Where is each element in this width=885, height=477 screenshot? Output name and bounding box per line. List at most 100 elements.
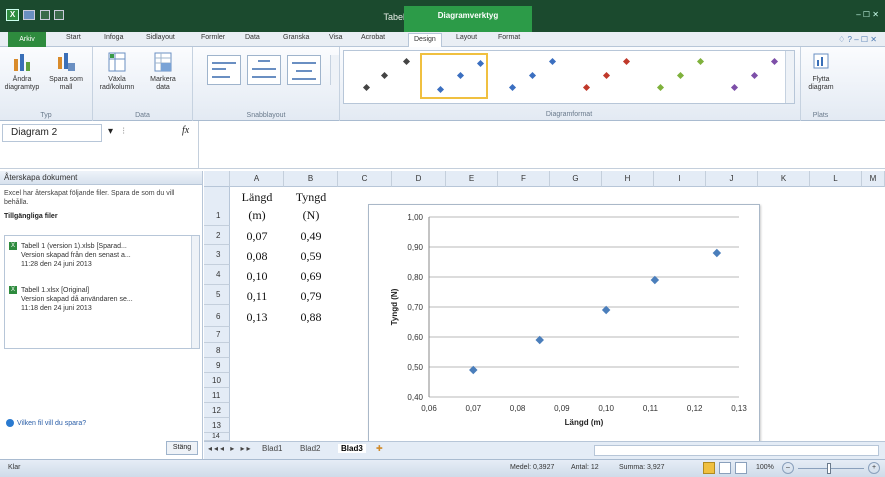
normal-view-icon[interactable]: [703, 462, 715, 474]
row-header-10[interactable]: 10: [204, 373, 230, 388]
excel-file-icon: X: [9, 286, 17, 294]
cell-a2[interactable]: 0,07: [230, 229, 284, 244]
column-header-e[interactable]: E: [446, 171, 498, 187]
cell-b6[interactable]: 0,88: [284, 310, 338, 325]
column-header-k[interactable]: K: [758, 171, 810, 187]
chart-style-3[interactable]: [494, 53, 562, 99]
column-header-l[interactable]: L: [810, 171, 862, 187]
column-header-b[interactable]: B: [284, 171, 338, 187]
which-file-link[interactable]: Vilken fil vill du spara?: [6, 419, 86, 427]
sheet-tab-blad2[interactable]: Blad2: [300, 444, 320, 453]
chart-style-4[interactable]: [568, 53, 636, 99]
move-chart-button[interactable]: Flytta diagram: [801, 51, 841, 92]
tab-layout[interactable]: Layout: [456, 34, 477, 41]
page-break-view-icon[interactable]: [735, 462, 747, 474]
column-header-f[interactable]: F: [498, 171, 550, 187]
sheet-nav-arrows-icon[interactable]: ◂◂◂ ▸ ▸▸: [208, 444, 253, 453]
embedded-scatter-chart[interactable]: 0,40 0,50 0,60 0,70 0,80 0,90 1,00 0,06 0,07 0,08…: [368, 204, 760, 442]
tab-arkiv[interactable]: Arkiv: [8, 32, 46, 47]
zoom-slider-handle[interactable]: [827, 463, 831, 474]
cell-b1-line2[interactable]: (N): [284, 208, 338, 223]
tab-infoga[interactable]: Infoga: [104, 34, 123, 41]
quick-layout-2[interactable]: [247, 55, 281, 85]
zoom-level[interactable]: 100%: [756, 464, 774, 471]
cell-a1-line2[interactable]: (m): [230, 208, 284, 223]
select-data-button[interactable]: Markera data: [143, 51, 183, 92]
formula-input[interactable]: [198, 121, 878, 169]
page-layout-view-icon[interactable]: [719, 462, 731, 474]
row-header-14[interactable]: 14: [204, 433, 230, 441]
column-header-a[interactable]: A: [230, 171, 284, 187]
cell-b5[interactable]: 0,79: [284, 289, 338, 304]
change-chart-type-button[interactable]: Ändra diagramtyp: [2, 51, 42, 92]
tab-format[interactable]: Format: [498, 34, 520, 41]
cell-a6[interactable]: 0,13: [230, 310, 284, 325]
chart-style-2[interactable]: [420, 53, 488, 99]
row-header-5[interactable]: 5: [204, 285, 230, 305]
help-icon[interactable]: ♢ ? – ☐ ✕: [838, 35, 877, 44]
y-tick-label: 0,40: [407, 393, 423, 402]
cell-a4[interactable]: 0,10: [230, 269, 284, 284]
row-header-2[interactable]: 2: [204, 226, 230, 245]
group-place: Flytta diagram Plats: [800, 47, 840, 121]
file-list-scrollbar[interactable]: [191, 236, 199, 348]
row-header-12[interactable]: 12: [204, 403, 230, 418]
chart-styles-scroll[interactable]: [785, 51, 794, 103]
tab-granska[interactable]: Granska: [283, 34, 309, 41]
sheet-tab-blad3[interactable]: Blad3: [338, 444, 366, 453]
tab-visa[interactable]: Visa: [329, 34, 343, 41]
window-controls[interactable]: – ☐ ✕: [856, 10, 879, 19]
quick-layout-1[interactable]: [207, 55, 241, 85]
column-header-d[interactable]: D: [392, 171, 446, 187]
chevron-down-icon[interactable]: ▾: [108, 126, 113, 137]
row-header-11[interactable]: 11: [204, 388, 230, 403]
cell-b2[interactable]: 0,49: [284, 229, 338, 244]
zoom-in-icon[interactable]: +: [868, 462, 880, 474]
row-header-1[interactable]: 1: [204, 187, 230, 226]
save-as-template-button[interactable]: Spara som mall: [46, 51, 86, 92]
chart-styles-gallery[interactable]: [343, 50, 795, 104]
cell-a1-line1[interactable]: Längd: [230, 190, 284, 205]
row-header-8[interactable]: 8: [204, 343, 230, 358]
tab-start[interactable]: Start: [66, 34, 81, 41]
row-header-7[interactable]: 7: [204, 327, 230, 343]
row-header-13[interactable]: 13: [204, 418, 230, 433]
cell-b1-line1[interactable]: Tyngd: [284, 190, 338, 205]
quick-layout-scroll[interactable]: [330, 55, 339, 85]
insert-sheet-icon[interactable]: ✚: [376, 444, 383, 453]
row-header-3[interactable]: 3: [204, 245, 230, 265]
chart-style-5[interactable]: [642, 53, 710, 99]
tab-sidlayout[interactable]: Sidlayout: [146, 34, 175, 41]
column-header-g[interactable]: G: [550, 171, 602, 187]
row-header-4[interactable]: 4: [204, 265, 230, 285]
column-header-j[interactable]: J: [706, 171, 758, 187]
row-header-9[interactable]: 9: [204, 358, 230, 373]
column-header-c[interactable]: C: [338, 171, 392, 187]
chart-style-6[interactable]: [716, 53, 784, 99]
recovered-file-2[interactable]: X Tabell 1.xlsx [Original] Version skapa…: [9, 286, 189, 313]
zoom-slider[interactable]: [798, 468, 864, 469]
select-all-corner[interactable]: [204, 171, 230, 187]
quick-layout-3[interactable]: [287, 55, 321, 85]
tab-data[interactable]: Data: [245, 34, 260, 41]
tab-formler[interactable]: Formler: [201, 34, 225, 41]
name-box[interactable]: Diagram 2: [2, 124, 102, 142]
cell-a3[interactable]: 0,08: [230, 249, 284, 264]
column-header-h[interactable]: H: [602, 171, 654, 187]
cell-b3[interactable]: 0,59: [284, 249, 338, 264]
column-header-i[interactable]: I: [654, 171, 706, 187]
chart-style-1[interactable]: [348, 53, 416, 99]
switch-row-column-button[interactable]: Växla rad/kolumn: [97, 51, 137, 92]
cell-b4[interactable]: 0,69: [284, 269, 338, 284]
cell-a5[interactable]: 0,11: [230, 289, 284, 304]
tab-acrobat[interactable]: Acrobat: [361, 34, 385, 41]
column-header-m[interactable]: M: [862, 171, 885, 187]
tab-design[interactable]: Design: [408, 33, 442, 47]
recovered-file-1[interactable]: X Tabell 1 (version 1).xlsb [Sparad... V…: [9, 242, 189, 269]
zoom-out-icon[interactable]: –: [782, 462, 794, 474]
horizontal-scrollbar[interactable]: [594, 445, 879, 456]
close-pane-button[interactable]: Stäng: [166, 441, 198, 455]
sheet-tab-blad1[interactable]: Blad1: [262, 444, 282, 453]
insert-function-icon[interactable]: fx: [182, 125, 189, 136]
row-header-6[interactable]: 6: [204, 305, 230, 327]
